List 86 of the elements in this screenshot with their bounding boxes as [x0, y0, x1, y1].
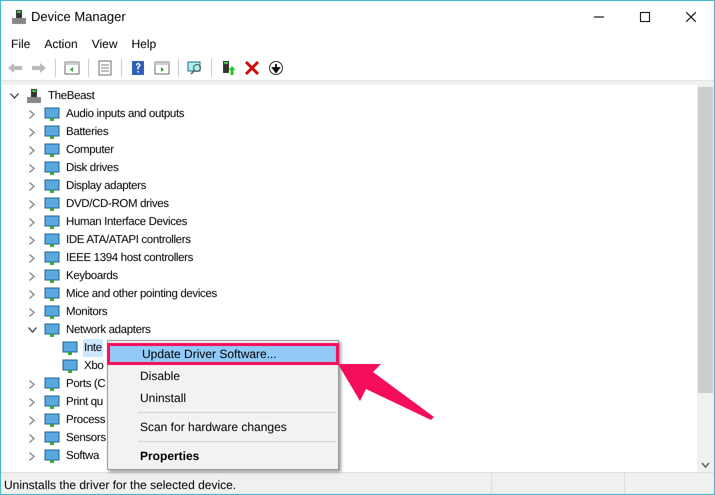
device-icon	[44, 268, 60, 284]
tree-item[interactable]: IEEE 1394 host controllers	[65, 249, 194, 267]
tree-item[interactable]: IDE ATA/ATAPI controllers	[65, 231, 192, 249]
expand-chevron-icon[interactable]	[29, 416, 35, 424]
expand-chevron-icon[interactable]	[29, 164, 35, 172]
device-icon	[44, 214, 60, 230]
tree-item[interactable]: DVD/CD-ROM drives	[65, 195, 170, 213]
scroll-down-icon[interactable]	[701, 462, 710, 468]
computer-up-arrow-icon	[220, 60, 236, 76]
device-icon	[44, 250, 60, 266]
expand-chevron-icon[interactable]	[29, 272, 35, 280]
expand-chevron-icon[interactable]	[29, 434, 35, 442]
x-icon	[244, 60, 260, 76]
properties-icon	[97, 60, 113, 76]
tree-item[interactable]: Batteries	[65, 123, 110, 141]
expand-chevron-icon[interactable]	[29, 398, 35, 406]
expand-chevron-icon[interactable]	[29, 218, 35, 226]
menu-item[interactable]: Help	[124, 35, 164, 53]
expand-chevron-icon[interactable]	[29, 236, 35, 244]
device-icon	[44, 394, 60, 410]
device-icon	[44, 412, 60, 428]
tree-item[interactable]: Human Interface Devices	[65, 213, 188, 231]
collapse-chevron-icon[interactable]	[28, 327, 36, 333]
tree-item[interactable]: Xbo	[83, 357, 104, 375]
device-icon	[44, 124, 60, 140]
tree-item[interactable]: Ports (C	[65, 375, 106, 393]
tree-item[interactable]: Network adapters	[65, 321, 152, 339]
device-icon	[44, 178, 60, 194]
expand-chevron-icon[interactable]	[29, 110, 35, 118]
expand-chevron-icon[interactable]	[29, 200, 35, 208]
scrollbar[interactable]	[697, 85, 714, 472]
context-menu-item[interactable]: Scan for hardware changes	[108, 416, 338, 438]
menu-item[interactable]: Action	[37, 35, 85, 53]
tree-item[interactable]: Audio inputs and outputs	[65, 105, 186, 123]
device-icon	[44, 196, 60, 212]
device-icon	[44, 160, 60, 176]
tree-item[interactable]: Display adapters	[65, 177, 148, 195]
tree-item[interactable]: Mice and other pointing devices	[65, 285, 218, 303]
device-icon	[44, 286, 60, 302]
menu-item[interactable]: View	[84, 35, 124, 53]
tree-item[interactable]: Monitors	[65, 303, 108, 321]
context-menu-item[interactable]: Update Driver Software...	[107, 343, 339, 365]
device-icon	[44, 142, 60, 158]
menu-item[interactable]: File	[4, 35, 38, 53]
device-icon	[44, 232, 60, 248]
expand-chevron-icon[interactable]	[29, 452, 35, 460]
device-icon	[44, 430, 60, 446]
expand-chevron-icon[interactable]	[29, 380, 35, 388]
context-menu-item[interactable]: Properties	[108, 445, 338, 467]
tree-item[interactable]: Inte	[83, 339, 103, 357]
expand-chevron-icon[interactable]	[29, 254, 35, 262]
expand-chevron-icon[interactable]	[29, 128, 35, 136]
expand-chevron-icon[interactable]	[29, 182, 35, 190]
tree-pane-icon	[64, 60, 80, 76]
scrollbar-thumb[interactable]	[698, 87, 713, 393]
window-title: Device Manager	[31, 8, 126, 26]
expand-chevron-icon[interactable]	[29, 290, 35, 298]
monitor-magnifier-icon	[187, 60, 203, 76]
tree-item[interactable]: Softwa	[65, 447, 100, 465]
device-icon	[44, 304, 60, 320]
device-icon	[44, 448, 60, 464]
tree-item[interactable]: Keyboards	[65, 267, 119, 285]
expand-chevron-icon[interactable]	[29, 146, 35, 154]
maximize-icon	[640, 12, 650, 22]
status-text: Uninstalls the driver for the selected device.	[3, 477, 238, 494]
computer-icon	[26, 88, 42, 104]
tree-item[interactable]: TheBeast	[47, 87, 96, 105]
action-pane-icon	[154, 60, 170, 76]
expand-chevron-icon[interactable]	[29, 308, 35, 316]
help-icon	[130, 60, 146, 76]
tree-item[interactable]: Process	[65, 411, 106, 429]
device-icon	[44, 106, 60, 122]
device-icon	[62, 358, 78, 374]
device-icon	[44, 376, 60, 392]
context-menu-item[interactable]: Uninstall	[108, 387, 338, 409]
device-icon	[44, 322, 60, 338]
device-icon	[62, 340, 78, 356]
tree-item[interactable]: Disk drives	[65, 159, 120, 177]
tree-item[interactable]: Sensors	[65, 429, 107, 447]
tree-item[interactable]: Print qu	[65, 393, 104, 411]
tree-item[interactable]: Computer	[65, 141, 115, 159]
context-menu-item[interactable]: Disable	[108, 365, 338, 387]
collapse-chevron-icon[interactable]	[10, 93, 18, 99]
close-icon	[686, 12, 696, 22]
device-manager-icon	[11, 9, 27, 25]
down-arrow-circle-icon	[268, 60, 284, 76]
